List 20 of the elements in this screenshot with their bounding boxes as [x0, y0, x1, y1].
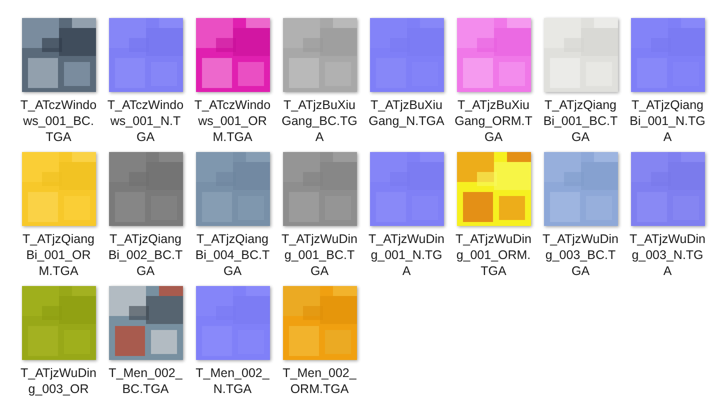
file-name: T_ATczWindows_001_ORM.TGA	[194, 97, 272, 145]
file-name: T_ATjzWuDing_003_OR	[20, 365, 98, 397]
file-name: T_ATczWindows_001_BC.TGA	[20, 97, 98, 145]
file-name: T_Men_002_BC.TGA	[108, 365, 184, 397]
file-name: T_ATjzQiangBi_001_BC.TGA	[542, 97, 619, 145]
file-name: T_ATjzQiangBi_001_N.TGA	[628, 97, 706, 145]
file-name: T_Men_002_ORM.TGA	[282, 365, 358, 397]
file-name: T_ATjzBuXiuGang_N.TGA	[368, 97, 446, 129]
file-name: T_ATjzBuXiuGang_BC.TGA	[280, 97, 358, 145]
file-name: T_ATczWindows_001_N.TGA	[106, 97, 184, 145]
file-name: T_Men_002_N.TGA	[194, 365, 270, 397]
file-name: T_ATjzWuDing_001_BC.TGA	[280, 231, 358, 279]
file-name: T_ATjzWuDing_001_ORM.TGA	[454, 231, 532, 279]
file-name: T_ATjzWuDing_003_N.TGA	[628, 231, 706, 279]
file-name: T_ATjzQiangBi_004_BC.TGA	[194, 231, 271, 279]
file-name: T_ATjzWuDing_003_BC.TGA	[542, 231, 620, 279]
file-name: T_ATjzWuDing_001_N.TGA	[368, 231, 446, 279]
file-name: T_ATjzBuXiuGang_ORM.TGA	[454, 97, 532, 145]
file-name: T_ATjzQiangBi_002_BC.TGA	[107, 231, 184, 279]
file-name: T_ATjzQiangBi_001_ORM.TGA	[21, 231, 96, 279]
